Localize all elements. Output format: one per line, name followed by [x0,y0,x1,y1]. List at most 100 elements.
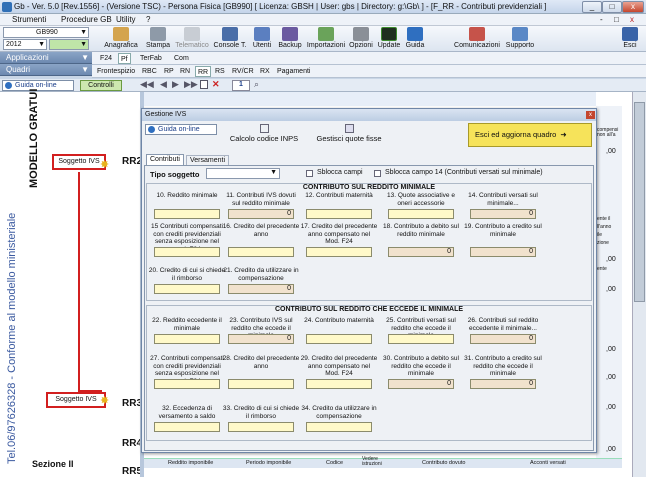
left-nav: Applicazioni ▼ Quadri ▼ [0,52,92,78]
chevron-down-icon: ▼ [270,169,277,176]
minimize-button[interactable]: _ [582,1,602,13]
field-input[interactable] [228,379,294,389]
tab-rs[interactable]: RS [213,66,227,77]
soggetto-ivs-callout-1[interactable]: Soggetto IVS [52,154,106,170]
settings-icon [344,124,354,133]
comunicazioni-button[interactable]: Comunicazioni [454,26,500,52]
tab-com[interactable]: Com [172,53,191,64]
scrollbar-thumb[interactable] [634,102,645,302]
supporto-button[interactable]: Supporto [504,26,536,52]
tab-versamenti[interactable]: Versamenti [186,155,230,165]
field-input[interactable] [154,284,220,294]
field-input[interactable]: 0 [470,209,536,219]
field-input[interactable]: 0 [228,334,294,344]
field-input[interactable]: 0 [470,247,536,257]
esci-aggiorna-quadro-button[interactable]: Esci ed aggiorna quadro ➜ [468,123,592,147]
gestisci-quote-fisse-button[interactable]: Gestisci quote fisse [308,123,390,147]
tab-rn[interactable]: RN [178,66,192,77]
page-number[interactable]: 1 [232,80,250,91]
tab-rr[interactable]: RR [195,66,212,77]
delete-page-icon[interactable]: ✕ [212,79,220,90]
menu-strumenti[interactable]: Strumenti [12,15,46,24]
search-icon[interactable]: ⌕ [254,79,259,90]
nav-first-icon[interactable]: ◀◀ [140,79,154,90]
dialog-guida-button[interactable]: Guida on-line [145,124,217,135]
menu-help[interactable]: ? [146,15,150,24]
field-label: 28. Credito del precedente anno [222,355,300,370]
console-button[interactable]: Console T. [212,26,248,52]
telematico-button[interactable]: Telematico [174,26,210,52]
maximize-button[interactable]: □ [602,1,622,13]
tab-contributi[interactable]: Contributi [146,154,184,165]
cursor-click-icon: ✸ [100,395,110,407]
tab-f24[interactable]: F24 [98,53,114,64]
tipo-soggetto-select[interactable]: ▼ [206,168,280,179]
tab-rv-cr[interactable]: RV/CR [230,66,256,77]
quadri-selector[interactable]: Quadri ▼ [0,64,92,76]
update-button[interactable]: Update [375,26,403,52]
applicazioni-selector[interactable]: Applicazioni ▼ [0,52,92,64]
menu-utility[interactable]: Utility [116,15,136,24]
field-input[interactable] [228,422,294,432]
field-label: 16. Credito del precedente anno [222,223,300,238]
nav-prev-icon[interactable]: ◀ [160,79,167,90]
opzioni-button[interactable]: Opzioni [348,26,374,52]
backup-button[interactable]: Backup [277,26,303,52]
field-input[interactable] [306,334,372,344]
tab-rbc[interactable]: RBC [140,66,159,77]
guida-button[interactable]: Guida [404,26,426,52]
tab-rx[interactable]: RX [258,66,272,77]
field-input[interactable] [154,334,220,344]
esci-button[interactable]: Esci [618,26,642,52]
model-combo[interactable]: GB990 ▼ [3,27,89,38]
new-page-icon[interactable] [200,80,208,89]
field-input[interactable] [306,247,372,257]
field-input[interactable]: 0 [388,247,454,257]
field-input[interactable] [306,422,372,432]
tab-pagamenti[interactable]: Pagamenti [275,66,312,77]
field-input[interactable]: 0 [470,334,536,344]
tab-pf[interactable]: Pf [118,53,131,64]
close-button[interactable]: x [622,1,644,13]
field-input[interactable] [306,209,372,219]
nav-next-icon[interactable]: ▶ [172,79,179,90]
field-input[interactable] [154,209,220,219]
calcolo-codice-inps-button[interactable]: Calcolo codice INPS [222,123,306,147]
field-input[interactable] [154,247,220,257]
controlli-button[interactable]: Controlli [80,80,122,91]
vertical-scrollbar[interactable] [632,92,646,477]
field-input[interactable]: 0 [470,379,536,389]
dialog-close-button[interactable]: x [586,111,595,119]
field-input[interactable] [388,334,454,344]
field-input[interactable] [154,379,220,389]
secondary-combo[interactable]: ▼ [49,39,89,50]
menu-procedure-gb[interactable]: Procedure GB [61,15,112,24]
field-input[interactable]: 0 [388,379,454,389]
year-combo[interactable]: 2012 ▼ [3,39,47,50]
gestione-ivs-dialog: Gestione IVS x Guida on-line Calcolo cod… [141,108,597,453]
help-icon [148,126,155,133]
soggetto-ivs-callout-2[interactable]: Soggetto IVS [46,392,106,408]
stampa-button[interactable]: Stampa [144,26,172,52]
inner-restore-button[interactable]: □ [614,15,619,24]
field-input[interactable] [388,209,454,219]
field-input[interactable] [154,422,220,432]
nav-last-icon[interactable]: ▶▶ [184,79,198,90]
field-input[interactable] [306,379,372,389]
importazioni-button[interactable]: Importazioni [305,26,347,52]
tab-frontespizio[interactable]: Frontespizio [95,66,137,77]
inner-minimize-button[interactable]: - [600,15,603,24]
inner-close-button[interactable]: x [630,15,634,24]
sblocca-campo14-checkbox[interactable] [374,170,381,177]
field-input[interactable]: 0 [228,209,294,219]
sblocca-campi-checkbox[interactable] [306,170,313,177]
field-input[interactable]: 0 [228,284,294,294]
field-label: 21. Credito da utilizzare in compensazio… [223,267,299,282]
tab-rp[interactable]: RP [162,66,176,77]
field-input[interactable] [228,247,294,257]
field-label: 12. Contributi maternità [305,192,373,199]
person-card-icon [113,27,129,41]
anagrafica-button[interactable]: Anagrafica [104,26,138,52]
tab-terfab[interactable]: TerFab [138,53,164,64]
utenti-button[interactable]: Utenti [250,26,274,52]
